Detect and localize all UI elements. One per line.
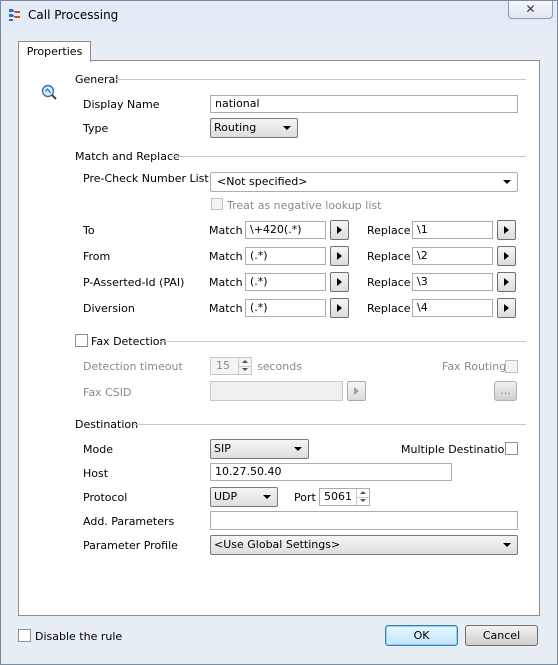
diversion-match-field[interactable]: (.*) [245, 299, 326, 317]
mode-dropdown[interactable]: SIP [210, 439, 309, 459]
replace-label: Replace [367, 224, 411, 237]
fax-csid-browse-button[interactable]: ... [494, 381, 517, 401]
replace-label: Replace [367, 302, 411, 315]
from-match-arrow-button[interactable] [330, 246, 349, 266]
type-dropdown[interactable]: Routing [210, 118, 298, 138]
close-icon: ✕ [525, 2, 536, 16]
add-parameters-field[interactable] [210, 511, 518, 530]
fax-csid-label: Fax CSID [83, 386, 132, 399]
type-value: Routing [214, 121, 257, 134]
fax-csid-field[interactable] [210, 381, 343, 401]
close-button[interactable]: ✕ [508, 1, 553, 19]
general-section-title: General [75, 73, 119, 86]
row-label-from: From [83, 250, 111, 263]
precheck-value: <Not specified> [217, 175, 308, 188]
pai-replace-arrow-button[interactable] [497, 272, 516, 292]
replace-label: Replace [367, 250, 411, 263]
app-icon [8, 8, 22, 22]
diversion-replace-field[interactable]: \4 [412, 299, 493, 317]
diversion-match-arrow-button[interactable] [330, 298, 349, 318]
add-parameters-label: Add. Parameters [83, 515, 175, 528]
spin-down-icon[interactable] [356, 497, 369, 505]
port-label: Port [294, 491, 316, 504]
divider [134, 424, 526, 425]
protocol-label: Protocol [83, 491, 128, 504]
to-match-arrow-button[interactable] [330, 220, 349, 240]
type-label: Type [83, 122, 109, 135]
host-label: Host [83, 467, 109, 480]
parameter-profile-label: Parameter Profile [83, 539, 178, 552]
match-label: Match [209, 276, 243, 289]
timeout-value: 15 [216, 359, 230, 372]
pai-match-field[interactable]: (.*) [245, 273, 326, 291]
diversion-replace-arrow-button[interactable] [497, 298, 516, 318]
window-title: Call Processing [28, 8, 119, 22]
divider [160, 341, 526, 342]
profile-value: <Use Global Settings> [214, 538, 341, 551]
fax-routing-checkbox[interactable] [505, 360, 518, 373]
mode-value: SIP [214, 442, 231, 455]
fax-detection-checkbox[interactable] [75, 334, 88, 347]
from-match-field[interactable]: (.*) [245, 247, 326, 265]
port-value: 5061 [324, 490, 352, 503]
precheck-label: Pre-Check Number List [83, 172, 209, 185]
match-label: Match [209, 302, 243, 315]
to-replace-field[interactable]: \1 [412, 221, 493, 239]
fax-csid-arrow-button[interactable] [347, 381, 366, 401]
ok-button[interactable]: OK [385, 625, 458, 646]
chevron-down-icon [294, 447, 302, 451]
pai-match-arrow-button[interactable] [330, 272, 349, 292]
negative-lookup-checkbox[interactable] [211, 198, 223, 210]
match-label: Match [209, 224, 243, 237]
multiple-destinations-checkbox[interactable] [505, 442, 518, 455]
disable-rule-label: Disable the rule [35, 630, 123, 643]
multiple-destinations-label: Multiple Destinations [401, 443, 518, 456]
match-label: Match [209, 250, 243, 263]
disable-rule-checkbox[interactable] [18, 629, 31, 642]
chevron-down-icon [503, 543, 511, 547]
match-replace-section-title: Match and Replace [75, 150, 180, 163]
port-spinner[interactable]: 5061 [319, 488, 370, 506]
row-label-to: To [83, 224, 95, 237]
host-field[interactable]: 10.27.50.40 [210, 463, 452, 481]
fax-detection-section-title: Fax Detection [91, 335, 167, 348]
tab-properties[interactable]: Properties [18, 41, 91, 62]
to-match-field[interactable]: \+420(.*) [245, 221, 326, 239]
precheck-dropdown[interactable]: <Not specified> [210, 172, 518, 192]
fax-routing-label: Fax Routing [442, 360, 507, 373]
negative-lookup-label: Treat as negative lookup list [227, 199, 382, 212]
cancel-button[interactable]: Cancel [465, 625, 538, 646]
destination-section-title: Destination [75, 418, 139, 431]
to-replace-arrow-button[interactable] [497, 220, 516, 240]
from-replace-arrow-button[interactable] [497, 246, 516, 266]
protocol-dropdown[interactable]: UDP [210, 487, 278, 507]
spin-down-icon[interactable] [238, 366, 251, 374]
divider [116, 79, 526, 80]
mode-label: Mode [83, 443, 113, 456]
row-label-pai: P-Asserted-Id (PAI) [83, 276, 185, 289]
timeout-unit-label: seconds [257, 360, 302, 373]
pai-replace-field[interactable]: \3 [412, 273, 493, 291]
chevron-down-icon [503, 180, 511, 184]
protocol-value: UDP [214, 490, 238, 503]
display-name-field[interactable]: national [210, 95, 518, 113]
tab-label: Properties [26, 45, 83, 58]
divider [170, 156, 526, 157]
detection-timeout-spinner[interactable]: 15 [210, 357, 252, 375]
display-name-label: Display Name [83, 98, 160, 111]
chevron-down-icon [283, 126, 291, 130]
row-label-diversion: Diversion [83, 302, 135, 315]
rule-settings-icon [41, 84, 57, 100]
replace-label: Replace [367, 276, 411, 289]
from-replace-field[interactable]: \2 [412, 247, 493, 265]
parameter-profile-dropdown[interactable]: <Use Global Settings> [210, 535, 518, 555]
chevron-down-icon [263, 495, 271, 499]
detection-timeout-label: Detection timeout [83, 360, 183, 373]
